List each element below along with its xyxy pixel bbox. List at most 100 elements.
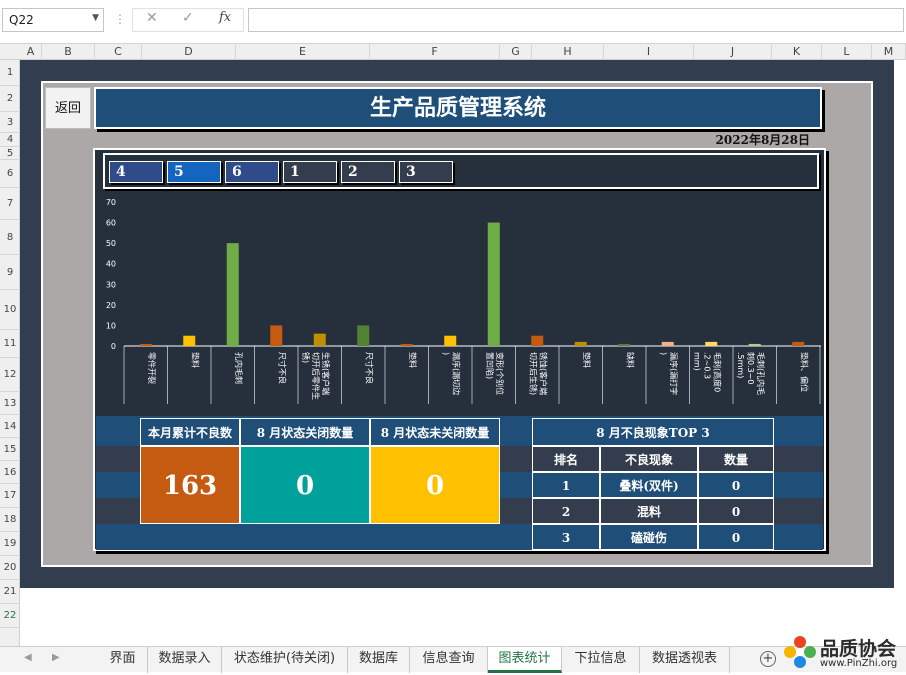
x-tick-label: 锈蚀(客户端 [538, 352, 548, 395]
column-header-H[interactable]: H [532, 44, 604, 60]
x-tick-label: 缺料 [625, 352, 635, 368]
page-title: 生产品质管理系统 [94, 87, 822, 129]
column-header-L[interactable]: L [822, 44, 872, 60]
sheet-tab-2[interactable]: 数据录入 [148, 647, 222, 673]
x-tick-label: 置凹陷) [485, 352, 495, 379]
bar-5 [313, 333, 326, 346]
month-tab-6[interactable]: 6 [225, 161, 279, 183]
bar-14 [705, 341, 718, 346]
flower-logo-icon [784, 636, 816, 668]
column-header-bar: ABCDEFGHIJKLM [0, 44, 906, 60]
y-tick-label: 50 [106, 239, 116, 248]
column-header-J[interactable]: J [694, 44, 772, 60]
x-tick-label: .5mm) [736, 352, 745, 378]
defect-bar-chart: 0 10 20 30 40 50 60 70 零件开裂 垫料 孔内毛刺 尺寸不良 生锈(客户端切开后零件… [106, 198, 821, 404]
row-header-21[interactable]: 21 [0, 580, 20, 604]
insert-function-icon[interactable]: fx [219, 10, 231, 25]
row-header-3[interactable]: 3 [0, 112, 20, 133]
cancel-icon[interactable]: ✕ [146, 10, 158, 26]
sheet-tab-7[interactable]: 下拉信息 [562, 647, 640, 673]
top3-header-1: 排名 [532, 446, 600, 472]
row-header-4[interactable]: 4 [0, 133, 20, 147]
top3-row-1-cell-2: 叠料(双件) [600, 472, 698, 498]
watermark-logo: 品质协会 www.PinZhi.org [782, 632, 906, 672]
scroll-right-icon[interactable]: ▶ [52, 652, 60, 663]
x-tick-label: 垫料 [190, 352, 200, 368]
row-header-16[interactable]: 16 [0, 461, 20, 484]
month-tab-4[interactable]: 4 [109, 161, 163, 183]
month-tab-1[interactable]: 1 [283, 161, 337, 183]
x-tick-label: 垫料、偏位 [799, 352, 809, 392]
column-header-D[interactable]: D [142, 44, 236, 60]
bar-2 [183, 335, 196, 346]
sheet-tab-bar: ◀ ▶ + 界面 数据录入 状态维护(待关闭) 数据库 信息查询 图表统计 下拉信息 数据透视… [0, 646, 906, 673]
month-tab-5[interactable]: 5 [167, 161, 221, 183]
y-tick-label: 20 [106, 301, 116, 310]
formula-input[interactable] [248, 8, 904, 32]
column-header-I[interactable]: I [604, 44, 694, 60]
add-sheet-button[interactable]: + [760, 651, 776, 667]
column-header-A[interactable]: A [20, 44, 42, 60]
sheet-tab-8[interactable]: 数据透视表 [640, 647, 730, 673]
row-header-8[interactable]: 8 [0, 220, 20, 255]
row-header-18[interactable]: 18 [0, 508, 20, 532]
column-header-K[interactable]: K [772, 44, 822, 60]
bar-15 [748, 343, 761, 346]
row-header-15[interactable]: 15 [0, 438, 20, 461]
column-header-F[interactable]: F [370, 44, 500, 60]
row-header-20[interactable]: 20 [0, 556, 20, 580]
x-tick-label: ) [659, 352, 668, 355]
row-header-12[interactable]: 12 [0, 358, 20, 392]
x-tick-label: 垫料 [408, 352, 418, 368]
x-tick-label: 切开后生锈) [528, 352, 538, 395]
top3-row-2-cell-3: 0 [698, 498, 774, 524]
row-header-10[interactable]: 10 [0, 290, 20, 330]
column-header-B[interactable]: B [42, 44, 95, 60]
row-header-6[interactable]: 6 [0, 160, 20, 188]
x-tick-label: 零件开裂 [147, 352, 157, 384]
column-header-E[interactable]: E [236, 44, 370, 60]
row-header-17[interactable]: 17 [0, 484, 20, 508]
watermark-url: www.PinZhi.org [820, 658, 898, 669]
sheet-tab-1[interactable]: 界面 [98, 647, 148, 673]
enter-icon[interactable]: ✓ [182, 10, 194, 26]
row-header-11[interactable]: 11 [0, 330, 20, 358]
column-header-G[interactable]: G [500, 44, 532, 60]
column-header-C[interactable]: C [95, 44, 142, 60]
month-tab-3[interactable]: 3 [399, 161, 453, 183]
back-button[interactable]: 返回 [45, 87, 91, 129]
row-header-2[interactable]: 2 [0, 86, 20, 112]
chevron-down-icon[interactable]: ▼ [92, 13, 99, 23]
sheet-tab-6[interactable]: 图表统计 [488, 647, 562, 673]
row-header-13[interactable]: 13 [0, 392, 20, 415]
row-header-1[interactable]: 1 [0, 60, 20, 86]
name-box[interactable]: Q22 ▼ [2, 8, 104, 32]
y-tick-label: 60 [106, 219, 116, 228]
top3-row-2-cell-2: 混料 [600, 498, 698, 524]
top3-row-1-cell-3: 0 [698, 472, 774, 498]
row-header-7[interactable]: 7 [0, 188, 20, 220]
top3-row-3-cell-2: 磕碰伤 [600, 524, 698, 550]
top3-row-3-cell-1: 3 [532, 524, 600, 550]
row-header-22[interactable]: 22 [0, 604, 20, 628]
bar-3 [226, 243, 239, 346]
sheet-tab-4[interactable]: 数据库 [348, 647, 410, 673]
row-header-9[interactable]: 9 [0, 255, 20, 290]
row-header-14[interactable]: 14 [0, 415, 20, 438]
sheet-tab-3[interactable]: 状态维护(待关闭) [222, 647, 348, 673]
sheet-tab-5[interactable]: 信息查询 [410, 647, 488, 673]
bar-6 [357, 325, 370, 346]
x-tick-label: 毛刺(孔内毛 [756, 352, 766, 395]
month-tab-2[interactable]: 2 [341, 161, 395, 183]
more-icon: ⋮ [114, 12, 126, 26]
row-header-bar: 1 2 3 4 5 6 7 8 9 10 11 12 13 14 15 16 17 18 19 20 21 22 [0, 60, 20, 646]
row-header-5[interactable]: 5 [0, 147, 20, 160]
y-tick-label: 70 [106, 198, 116, 207]
bar-12 [618, 343, 631, 346]
column-header-M[interactable]: M [872, 44, 906, 60]
name-box-value: Q22 [9, 13, 34, 27]
scroll-left-icon[interactable]: ◀ [24, 652, 32, 663]
row-header-19[interactable]: 19 [0, 532, 20, 556]
y-tick-label: 30 [106, 280, 116, 289]
bar-8 [444, 335, 457, 346]
